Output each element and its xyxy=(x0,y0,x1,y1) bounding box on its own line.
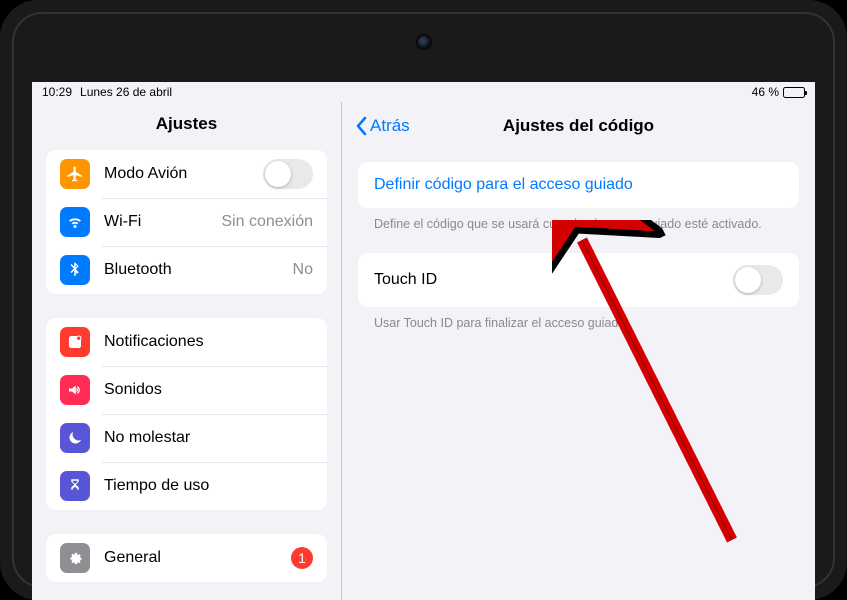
status-date: Lunes 26 de abril xyxy=(80,85,172,99)
gear-icon xyxy=(60,543,90,573)
touchid-label: Touch ID xyxy=(374,271,733,289)
sounds-label: Sonidos xyxy=(104,381,313,399)
bluetooth-label: Bluetooth xyxy=(104,261,293,279)
set-passcode-footer: Define el código que se usará cuando el … xyxy=(342,208,815,233)
sidebar-item-sounds[interactable]: Sonidos xyxy=(46,366,327,414)
ipad-frame: 10:29 Lunes 26 de abril 46 % Ajustes Mod… xyxy=(0,0,847,600)
sidebar-item-airplane[interactable]: Modo Avión xyxy=(46,150,327,198)
notifications-icon xyxy=(60,327,90,357)
touchid-footer: Usar Touch ID para finalizar el acceso g… xyxy=(342,307,815,332)
set-passcode-label: Definir código para el acceso guiado xyxy=(374,176,633,194)
sounds-icon xyxy=(60,375,90,405)
sidebar-group-connectivity: Modo Avión Wi-Fi Sin conexión xyxy=(46,150,327,294)
dnd-label: No molestar xyxy=(104,429,313,447)
hourglass-icon xyxy=(60,471,90,501)
moon-icon xyxy=(60,423,90,453)
bluetooth-icon xyxy=(60,255,90,285)
detail-pane: Atrás Ajustes del código Definir código … xyxy=(342,102,815,600)
front-camera xyxy=(418,36,430,48)
airplane-icon xyxy=(60,159,90,189)
sidebar-item-dnd[interactable]: No molestar xyxy=(46,414,327,462)
sidebar-group-general: General 1 xyxy=(46,534,327,582)
nav-bar: Atrás Ajustes del código xyxy=(342,102,815,150)
status-bar: 10:29 Lunes 26 de abril 46 % xyxy=(32,82,815,102)
touchid-toggle[interactable] xyxy=(733,265,783,295)
sidebar-item-notifications[interactable]: Notificaciones xyxy=(46,318,327,366)
notifications-label: Notificaciones xyxy=(104,333,313,351)
wifi-label: Wi-Fi xyxy=(104,213,221,231)
page-title: Ajustes del código xyxy=(342,116,815,136)
sidebar-item-wifi[interactable]: Wi-Fi Sin conexión xyxy=(46,198,327,246)
screentime-label: Tiempo de uso xyxy=(104,477,313,495)
battery-icon xyxy=(783,87,805,98)
sidebar-title: Ajustes xyxy=(32,102,341,150)
back-button[interactable]: Atrás xyxy=(354,116,410,136)
sidebar-item-screentime[interactable]: Tiempo de uso xyxy=(46,462,327,510)
settings-sidebar: Ajustes Modo Avión Wi-Fi S xyxy=(32,102,342,600)
battery-percent: 46 % xyxy=(752,85,779,99)
set-passcode-group: Definir código para el acceso guiado xyxy=(358,162,799,208)
general-label: General xyxy=(104,549,291,567)
back-label: Atrás xyxy=(370,116,410,136)
set-passcode-row[interactable]: Definir código para el acceso guiado xyxy=(358,162,799,208)
general-badge: 1 xyxy=(291,547,313,569)
sidebar-item-general[interactable]: General 1 xyxy=(46,534,327,582)
chevron-left-icon xyxy=(354,116,368,136)
wifi-detail: Sin conexión xyxy=(221,213,313,231)
bluetooth-detail: No xyxy=(293,261,313,279)
wifi-icon xyxy=(60,207,90,237)
touchid-row[interactable]: Touch ID xyxy=(358,253,799,307)
touchid-group: Touch ID xyxy=(358,253,799,307)
screen: 10:29 Lunes 26 de abril 46 % Ajustes Mod… xyxy=(32,82,815,600)
airplane-label: Modo Avión xyxy=(104,165,263,183)
status-time: 10:29 xyxy=(42,85,72,99)
sidebar-group-alerts: Notificaciones Sonidos No molestar xyxy=(46,318,327,510)
airplane-toggle[interactable] xyxy=(263,159,313,189)
sidebar-item-bluetooth[interactable]: Bluetooth No xyxy=(46,246,327,294)
